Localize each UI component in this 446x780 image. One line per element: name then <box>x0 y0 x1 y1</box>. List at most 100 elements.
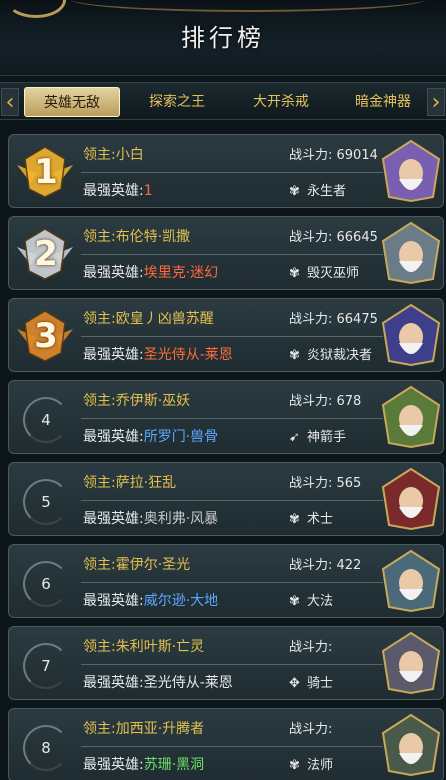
strongest-hero-name: 所罗门·兽骨 <box>143 429 219 445</box>
row-divider <box>81 336 383 337</box>
combat-power: 战斗力: 66645 <box>289 230 378 245</box>
strongest-hero: 最强英雄:圣光侍从-莱恩 <box>83 344 233 364</box>
header-bar: 排行榜 <box>0 0 446 76</box>
strongest-hero-name: 威尔逊·大地 <box>143 593 219 609</box>
hero-portrait-avatar[interactable] <box>381 713 441 777</box>
lord-name: 领主:欧皇丿凶兽苏醒 <box>83 311 214 327</box>
strongest-hero-label: 最强英雄: <box>83 347 144 363</box>
hero-portrait-avatar[interactable] <box>381 139 441 203</box>
portrait-frame-icon <box>381 631 441 695</box>
strongest-hero-label: 最强英雄: <box>83 757 144 773</box>
strongest-hero-label: 最强英雄: <box>83 265 144 281</box>
ranking-row[interactable]: 5 领主:萨拉·狂乱最强英雄:奥利弗·风暴 战斗力: 565 ✾ 术士 <box>8 462 444 536</box>
strongest-hero-name: 1 <box>143 183 153 199</box>
portrait-frame-icon <box>381 221 441 285</box>
row-divider <box>81 500 383 501</box>
combat-power: 战斗力: <box>289 640 333 655</box>
hero-portrait-avatar[interactable] <box>381 631 441 695</box>
header-arc <box>70 0 426 12</box>
lord-name: 领主:布伦特·凯撒 <box>83 229 191 245</box>
portrait-frame-icon <box>381 467 441 531</box>
bow-icon: ➹ <box>289 430 300 445</box>
claw-icon: ✾ <box>289 266 300 281</box>
row-divider <box>81 664 383 665</box>
hero-class-name: 毁灭巫师 <box>307 266 360 281</box>
portrait-frame-icon <box>381 385 441 449</box>
combat-power: 战斗力: <box>289 722 333 737</box>
lord-name: 领主:小白 <box>83 147 144 163</box>
rank-number: 6 <box>41 575 51 593</box>
hero-class-name: 大法 <box>307 594 334 609</box>
combat-power: 战斗力: 565 <box>289 476 362 491</box>
ranking-row[interactable]: 2 领主:布伦特·凯撒最强英雄:埃里克·迷幻 战斗力: 66645 ✾ 毁灭巫师 <box>8 216 444 290</box>
lord-name: 领主:萨拉·狂乱 <box>83 475 177 491</box>
hero-portrait-avatar[interactable] <box>381 221 441 285</box>
rank-number: 3 <box>34 316 58 356</box>
claw-icon: ✾ <box>289 758 300 773</box>
hero-class-name: 术士 <box>307 512 334 527</box>
hero-class-name: 炎狱裁决者 <box>307 348 373 363</box>
rank-ring-badge: 8 <box>15 717 75 775</box>
strongest-hero-name: 奥利弗·风暴 <box>143 511 219 527</box>
ranking-row[interactable]: 4 领主:乔伊斯·巫妖 最强英雄:所罗门·兽骨 战斗力: 678 ➹ 神箭手 <box>8 380 444 454</box>
ranking-row[interactable]: 6 领主:霍伊尔·圣光 最强英雄:威尔逊·大地 战斗力: 422 ✾ 大法 <box>8 544 444 618</box>
combat-power: 战斗力: 422 <box>289 558 362 573</box>
row-divider <box>81 746 383 747</box>
tab-dark-gold-artifact[interactable]: 暗金神器 <box>338 87 428 117</box>
strongest-hero: 最强英雄:奥利弗·风暴 <box>83 508 218 528</box>
hero-portrait-avatar[interactable] <box>381 549 441 613</box>
rank-medal-bronze-icon: 3 <box>15 307 75 365</box>
strongest-hero-name: 圣光侍从-莱恩 <box>143 675 233 691</box>
strongest-hero-label: 最强英雄: <box>83 429 144 445</box>
strongest-hero: 最强英雄:埃里克·迷幻 <box>83 262 218 282</box>
ranking-row[interactable]: 8 领主:加西亚·升腾者 最强英雄:苏珊·黑洞 战斗力: ✾ 法师 <box>8 708 444 780</box>
lord-name: 领主:加西亚·升腾者 <box>83 721 205 737</box>
hero-class-name: 法师 <box>307 758 334 773</box>
claw-icon: ✾ <box>289 184 300 199</box>
portrait-frame-icon <box>381 303 441 367</box>
rank-ring-badge: 7 <box>15 635 75 693</box>
tab-right-arrow-icon[interactable]: › <box>427 88 445 116</box>
rank-number: 2 <box>34 234 58 274</box>
hero-class: ✾ 术士 <box>289 508 333 527</box>
strongest-hero-label: 最强英雄: <box>83 675 144 691</box>
portrait-frame-icon <box>381 713 441 777</box>
ranking-row[interactable]: 3 领主:欧皇丿凶兽苏醒最强英雄:圣光侍从-莱恩 战斗力: 66475 ✾ 炎狱裁决者 <box>8 298 444 372</box>
tab-explore-king[interactable]: 探索之王 <box>132 87 222 117</box>
tab-hero-invincible[interactable]: 英雄无敌 <box>24 87 120 117</box>
hero-portrait-avatar[interactable] <box>381 303 441 367</box>
strongest-hero: 最强英雄:威尔逊·大地 <box>83 590 218 610</box>
lord-name: 领主:乔伊斯·巫妖 <box>83 393 191 409</box>
tab-left-arrow-icon[interactable]: ‹ <box>1 88 19 116</box>
hero-class: ✾ 永生者 <box>289 180 346 199</box>
rank-number: 1 <box>34 152 58 192</box>
hero-class: ✥ 骑士 <box>289 672 333 691</box>
lord-name: 领主:霍伊尔·圣光 <box>83 557 191 573</box>
portrait-frame-icon <box>381 139 441 203</box>
row-divider <box>81 418 383 419</box>
hero-class-name: 永生者 <box>307 184 347 199</box>
hero-class-name: 神箭手 <box>307 430 347 445</box>
strongest-hero-label: 最强英雄: <box>83 183 144 199</box>
tab-bar: ‹ 英雄无敌 探索之王 大开杀戒 暗金神器 › <box>0 82 446 120</box>
rank-ring-badge: 5 <box>15 471 75 529</box>
portrait-frame-icon <box>381 549 441 613</box>
rank-number: 7 <box>41 657 51 675</box>
strongest-hero-name: 苏珊·黑洞 <box>143 757 205 773</box>
rank-ring-badge: 4 <box>15 389 75 447</box>
claw-icon: ✾ <box>289 594 300 609</box>
strongest-hero: 最强英雄:苏珊·黑洞 <box>83 754 204 774</box>
rank-number: 4 <box>41 411 51 429</box>
hero-portrait-avatar[interactable] <box>381 385 441 449</box>
combat-power: 战斗力: 66475 <box>289 312 378 327</box>
combat-power: 战斗力: 678 <box>289 394 362 409</box>
strongest-hero-label: 最强英雄: <box>83 593 144 609</box>
hero-portrait-avatar[interactable] <box>381 467 441 531</box>
rank-ring-badge: 6 <box>15 553 75 611</box>
ranking-row[interactable]: 7 领主:朱利叶斯·亡灵 最强英雄:圣光侍从-莱恩 战斗力: ✥ 骑士 <box>8 626 444 700</box>
hero-class-name: 骑士 <box>307 676 334 691</box>
rank-medal-silver-icon: 2 <box>15 225 75 283</box>
claw-icon: ✾ <box>289 348 300 363</box>
ranking-row[interactable]: 1 领主:小白 最强英雄:1 战斗力: 69014 ✾ 永生者 <box>8 134 444 208</box>
tab-killing-spree[interactable]: 大开杀戒 <box>236 87 326 117</box>
